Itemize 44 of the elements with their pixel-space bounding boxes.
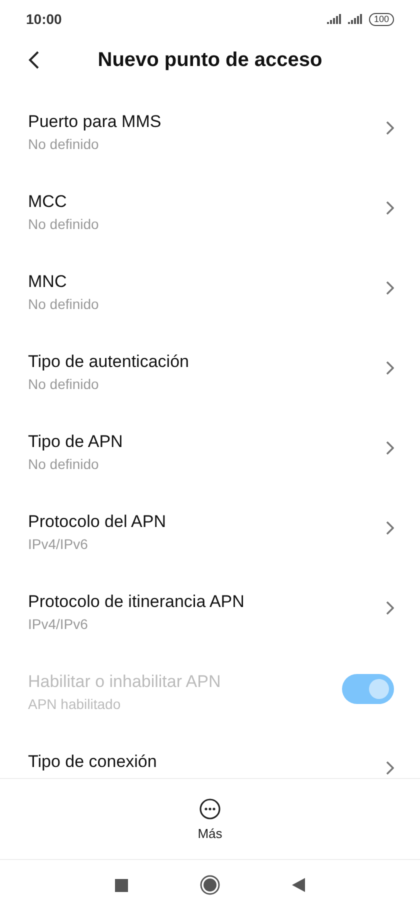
item-value: No definido xyxy=(28,295,99,314)
item-title: Protocolo de itinerancia APN xyxy=(28,591,244,613)
settings-item[interactable]: Puerto para MMS No definido xyxy=(0,82,420,162)
item-title: Tipo de conexión xyxy=(28,751,157,773)
item-value: IPv4/IPv6 xyxy=(28,535,89,554)
battery-level: 100 xyxy=(368,12,394,26)
item-title: Tipo de autenticación xyxy=(28,351,189,373)
item-title: Tipo de APN xyxy=(28,431,123,453)
settings-item[interactable]: Tipo de APN No definido xyxy=(0,402,420,482)
back-icon[interactable] xyxy=(28,50,40,70)
chevron-right-icon xyxy=(386,121,394,135)
settings-item[interactable]: Tipo de autenticación No definido xyxy=(0,322,420,402)
more-button[interactable]: Más xyxy=(198,798,222,840)
item-value: APN habilitado xyxy=(28,695,122,714)
item-value: No definido xyxy=(28,375,100,394)
back-icon[interactable] xyxy=(292,878,305,892)
signal-icon xyxy=(326,14,343,24)
item-value: IPv4/IPv6 xyxy=(28,615,89,634)
status-time: 10:00 xyxy=(26,11,62,27)
item-title: MCC xyxy=(28,191,68,213)
settings-item[interactable]: MNC No definido xyxy=(0,242,420,322)
chevron-right-icon xyxy=(386,521,394,535)
chevron-right-icon xyxy=(386,281,394,295)
item-value: No definido xyxy=(28,455,100,474)
item-value: No definido xyxy=(28,215,99,234)
settings-item[interactable]: Tipo de conexión xyxy=(0,722,420,778)
page-title: Nuevo punto de acceso xyxy=(98,48,322,72)
item-title: Habilitar o inhabilitar APN xyxy=(28,671,221,693)
recents-icon[interactable] xyxy=(115,878,128,892)
chevron-right-icon xyxy=(386,441,394,455)
chevron-right-icon xyxy=(386,201,394,215)
item-title: Puerto para MMS xyxy=(28,111,162,133)
signal-icon xyxy=(348,14,364,24)
chevron-right-icon xyxy=(386,601,394,615)
chevron-right-icon xyxy=(386,761,394,775)
item-title: Protocolo del APN xyxy=(28,511,166,533)
home-icon[interactable] xyxy=(200,875,220,895)
settings-item[interactable]: Protocolo de itinerancia APN IPv4/IPv6 xyxy=(0,562,420,642)
item-value: No definido xyxy=(28,135,100,154)
settings-item[interactable]: Protocolo del APN IPv4/IPv6 xyxy=(0,482,420,562)
more-icon xyxy=(199,798,221,820)
item-title: MNC xyxy=(28,271,68,293)
settings-item[interactable]: MCC No definido xyxy=(0,162,420,242)
chevron-right-icon xyxy=(386,361,394,375)
